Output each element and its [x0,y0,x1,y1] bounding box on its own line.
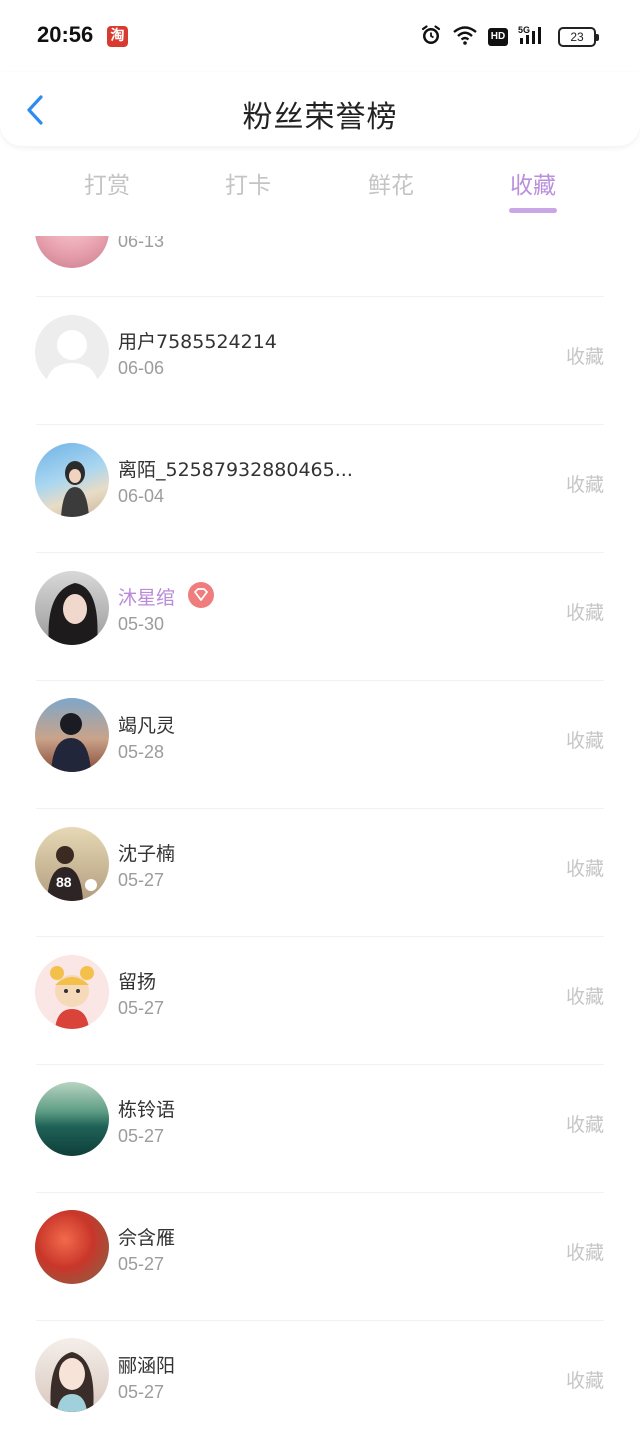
fan-date: 05-27 [118,1254,165,1274]
action-label: 收藏 [565,1242,604,1264]
avatar [35,315,109,389]
fan-name: 沐星绾 [118,587,176,609]
fan-date: 05-27 [118,870,165,890]
list-item[interactable]: 郦涵阳 05-27 收藏 [0,1321,640,1429]
action-label: 收藏 [565,1114,604,1136]
signal-5g-icon: 5G [518,24,548,50]
avatar [35,955,109,1029]
fan-name: 郦涵阳 [118,1355,176,1377]
taobao-app-icon: 淘 [107,26,128,47]
avatar [35,698,109,772]
wifi-icon [452,25,478,49]
action-label: 收藏 [565,602,604,624]
page-title: 粉丝荣誉榜 [242,100,398,135]
fan-name: 栋铃语 [118,1099,176,1121]
fan-date: 05-27 [118,998,165,1018]
svg-text:5G: 5G [518,25,530,35]
action-label: 收藏 [565,730,604,752]
list-item[interactable]: 栋铃语 05-27 收藏 [0,1065,640,1193]
fan-list[interactable]: 06-13 用户7585524214 06-06 收藏 离陌_525879328… [0,236,640,1429]
list-item[interactable]: 沐星绾 05-30 收藏 [0,553,640,681]
avatar [35,1082,109,1156]
avatar: 88 [35,827,109,901]
action-label: 收藏 [565,858,604,880]
tab-flowers[interactable]: 鲜花 [341,166,441,200]
battery-icon: 23 [558,27,599,47]
fan-date: 05-30 [118,614,165,634]
alarm-icon [420,24,442,50]
fan-name: 佘含雁 [118,1227,176,1249]
fan-name: 留扬 [118,971,157,993]
fan-name: 竭凡灵 [118,715,176,737]
list-item[interactable]: 06-13 [0,236,640,296]
diamond-vip-icon [188,582,214,608]
list-item[interactable]: 留扬 05-27 收藏 [0,937,640,1065]
status-time: 20:56 [37,22,94,47]
fan-name: 沈子楠 [118,843,176,865]
tab-favorites[interactable]: 收藏 [483,166,583,200]
app-header: 粉丝荣誉榜 [0,72,640,146]
tab-bar: 打赏 打卡 鲜花 收藏 [0,156,640,216]
avatar [35,236,109,268]
action-label: 收藏 [565,346,604,368]
avatar [35,1338,109,1412]
status-bar: 20:56 淘 HD 5G 23 [0,0,640,72]
list-item[interactable]: 离陌_52587932880465... 06-04 收藏 [0,425,640,553]
hd-icon: HD [488,28,508,46]
tab-checkin[interactable]: 打卡 [198,166,298,200]
list-item[interactable]: 竭凡灵 05-28 收藏 [0,681,640,809]
status-icons: HD 5G 23 [420,24,599,50]
action-label: 收藏 [565,474,604,496]
action-label: 收藏 [565,986,604,1008]
action-label: 收藏 [565,1370,604,1392]
fan-name: 用户7585524214 [118,331,277,353]
fan-date: 05-27 [118,1382,165,1402]
list-item[interactable]: 佘含雁 05-27 收藏 [0,1193,640,1321]
tab-tip[interactable]: 打赏 [57,166,157,200]
avatar [35,443,109,517]
avatar [35,571,109,645]
fan-date: 06-06 [118,358,165,378]
list-item[interactable]: 88 沈子楠 05-27 收藏 [0,809,640,937]
fan-date: 06-13 [118,236,165,251]
fan-date: 05-28 [118,742,165,762]
svg-text:88: 88 [56,874,72,890]
active-tab-indicator [509,208,557,213]
list-item[interactable]: 用户7585524214 06-06 收藏 [0,297,640,425]
fan-date: 05-27 [118,1126,165,1146]
fan-date: 06-04 [118,486,165,506]
fan-name: 离陌_52587932880465... [118,459,353,481]
avatar [35,1210,109,1284]
